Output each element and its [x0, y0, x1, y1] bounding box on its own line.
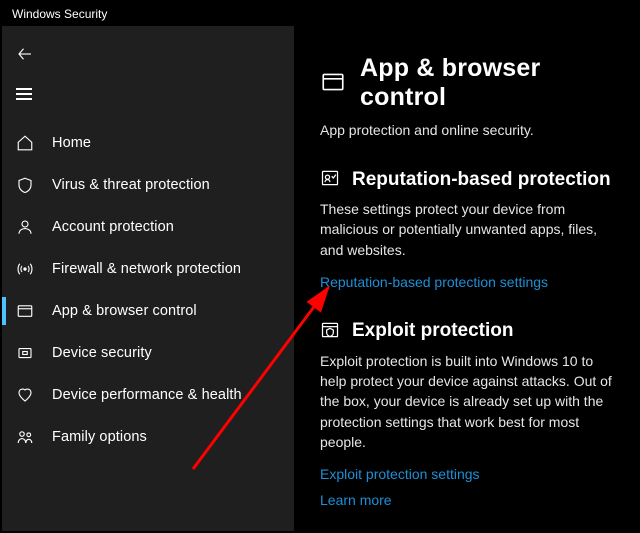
- reputation-settings-link[interactable]: Reputation-based protection settings: [320, 274, 616, 290]
- app-window-icon: [320, 69, 346, 98]
- titlebar: Windows Security: [2, 2, 638, 26]
- section-title: Reputation-based protection: [352, 169, 611, 191]
- home-icon: [16, 134, 40, 152]
- menu-button[interactable]: [2, 74, 294, 114]
- sidebar-item-label: Home: [52, 135, 91, 151]
- page-title: App & browser control: [360, 54, 616, 112]
- reputation-icon: [320, 168, 340, 191]
- back-arrow-icon: [16, 45, 34, 63]
- main-content: App & browser control App protection and…: [294, 26, 638, 531]
- sidebar-item-label: Account protection: [52, 219, 174, 235]
- sidebar-item-home[interactable]: Home: [2, 122, 294, 164]
- section-header: Exploit protection: [320, 320, 616, 343]
- section-header: Reputation-based protection: [320, 168, 616, 191]
- window-title: Windows Security: [12, 7, 107, 21]
- page-subtitle: App protection and online security.: [320, 122, 616, 138]
- sidebar-item-family[interactable]: Family options: [2, 416, 294, 458]
- back-button[interactable]: [2, 34, 294, 74]
- section-reputation: Reputation-based protection These settin…: [320, 168, 616, 290]
- sidebar-item-label: Virus & threat protection: [52, 177, 210, 193]
- hamburger-icon: [16, 93, 32, 95]
- exploit-icon: [320, 320, 340, 343]
- app-window-icon: [16, 302, 40, 320]
- sidebar-item-label: App & browser control: [52, 303, 197, 319]
- exploit-settings-link[interactable]: Exploit protection settings: [320, 466, 616, 482]
- window-body: Home Virus & threat protection Account p…: [2, 26, 638, 531]
- sidebar-item-label: Device security: [52, 345, 152, 361]
- sidebar-item-virus[interactable]: Virus & threat protection: [2, 164, 294, 206]
- family-icon: [16, 428, 40, 446]
- sidebar-item-label: Device performance & health: [52, 387, 242, 403]
- nav-list: Home Virus & threat protection Account p…: [2, 122, 294, 458]
- sidebar-item-performance[interactable]: Device performance & health: [2, 374, 294, 416]
- section-body: These settings protect your device from …: [320, 199, 616, 260]
- shield-icon: [16, 176, 40, 194]
- sidebar-item-label: Family options: [52, 429, 147, 445]
- page-header: App & browser control: [320, 54, 616, 112]
- chip-icon: [16, 344, 40, 362]
- heart-icon: [16, 386, 40, 404]
- sidebar-item-device-security[interactable]: Device security: [2, 332, 294, 374]
- window: Windows Security Home: [2, 2, 638, 531]
- sidebar-item-app-browser[interactable]: App & browser control: [2, 290, 294, 332]
- sidebar-item-account[interactable]: Account protection: [2, 206, 294, 248]
- section-title: Exploit protection: [352, 320, 514, 342]
- section-body: Exploit protection is built into Windows…: [320, 351, 616, 452]
- sidebar: Home Virus & threat protection Account p…: [2, 26, 294, 531]
- sidebar-item-label: Firewall & network protection: [52, 261, 241, 277]
- section-exploit: Exploit protection Exploit protection is…: [320, 320, 616, 508]
- antenna-icon: [16, 260, 40, 278]
- sidebar-item-firewall[interactable]: Firewall & network protection: [2, 248, 294, 290]
- learn-more-link[interactable]: Learn more: [320, 492, 616, 508]
- person-icon: [16, 218, 40, 236]
